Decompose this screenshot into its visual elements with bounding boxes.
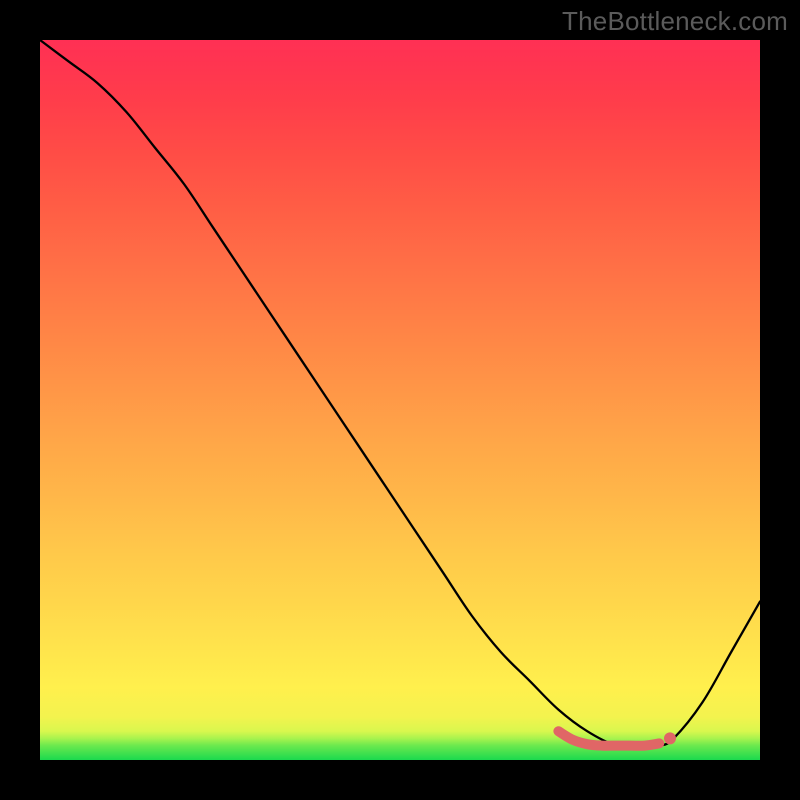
watermark-text: TheBottleneck.com <box>562 6 788 37</box>
bottleneck-curve <box>40 40 760 747</box>
optimal-zone-highlight <box>558 731 659 746</box>
curve-svg <box>40 40 760 760</box>
optimal-zone-dot <box>664 732 676 744</box>
chart-frame: TheBottleneck.com <box>0 0 800 800</box>
plot-area <box>40 40 760 760</box>
